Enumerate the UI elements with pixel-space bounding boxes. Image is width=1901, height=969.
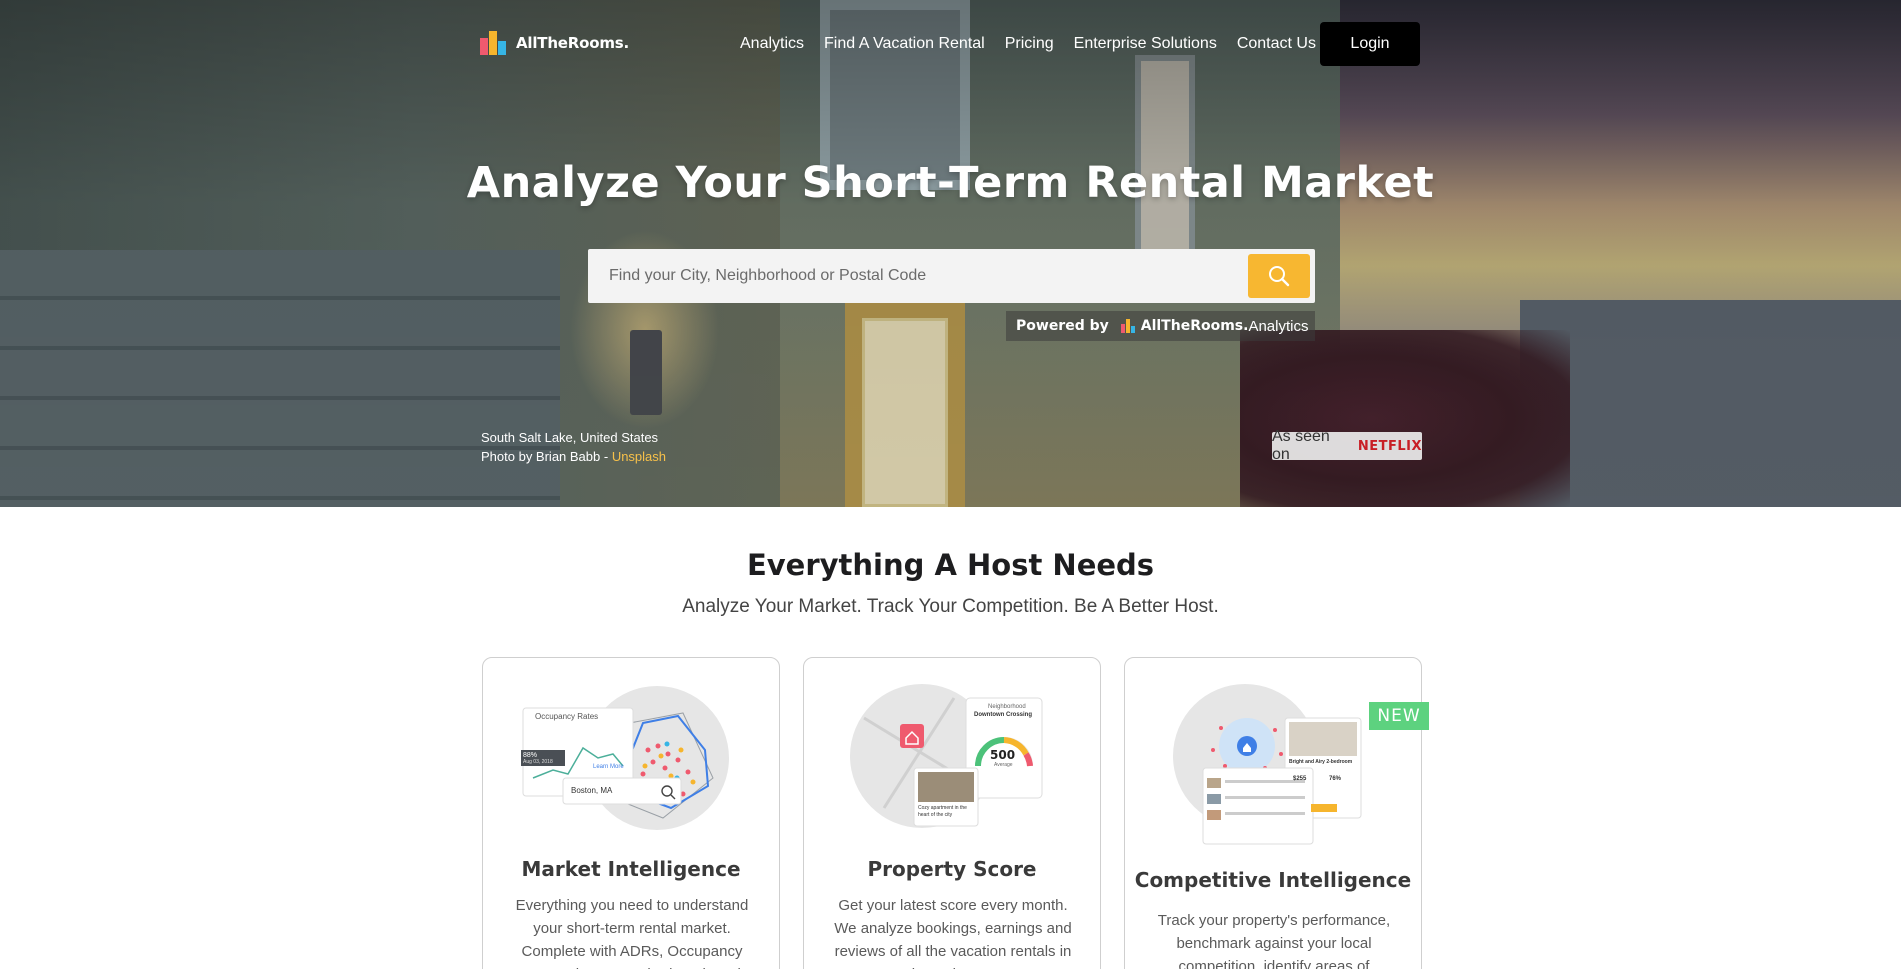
occupancy-tooltip-value: 88% bbox=[523, 752, 538, 759]
features-subtitle: Analyze Your Market. Track Your Competit… bbox=[682, 596, 1219, 617]
logo-bars-icon bbox=[480, 31, 510, 55]
nav-link-find-vacation-rental[interactable]: Find A Vacation Rental bbox=[824, 35, 985, 53]
property-score-value: 500 bbox=[990, 748, 1016, 762]
search-input[interactable] bbox=[588, 249, 1246, 303]
listing-caption: Cozy apartment in the heart of the city bbox=[918, 805, 967, 818]
neighborhood-label: Neighborhood bbox=[988, 704, 1026, 710]
competitive-intelligence-illustration bbox=[1173, 684, 1362, 845]
nav-link-contact-us[interactable]: Contact Us bbox=[1237, 35, 1316, 53]
powered-by-banner[interactable]: Powered by AllTheRooms. Analytics bbox=[1006, 311, 1315, 341]
occupancy-rates-label: Occupancy Rates bbox=[535, 712, 599, 721]
logo-text: AllTheRooms. bbox=[516, 34, 629, 52]
card-description: Get your latest score every month. We an… bbox=[834, 897, 1072, 969]
feature-card-market-intelligence[interactable]: Occupancy Rates 88% Aug 03, 2018 Learn M… bbox=[482, 657, 780, 969]
competitor-listing-title: Bright and Airy 2-bedroom bbox=[1289, 759, 1353, 765]
powered-by-analytics: Analytics bbox=[1248, 317, 1309, 335]
search-bar bbox=[588, 249, 1315, 303]
nav-link-enterprise-solutions[interactable]: Enterprise Solutions bbox=[1074, 35, 1217, 53]
card-title: Property Score bbox=[867, 857, 1037, 881]
competitor-price: $255 bbox=[1293, 776, 1307, 782]
powered-by-label: Powered by bbox=[1016, 318, 1109, 334]
property-score-label: Average bbox=[994, 762, 1013, 768]
netflix-logo: NETFLIX bbox=[1357, 438, 1422, 454]
login-button[interactable]: Login bbox=[1320, 22, 1420, 66]
card-title: Competitive Intelligence bbox=[1134, 868, 1412, 892]
top-navigation: AllTheRooms. Analytics Find A Vacation R… bbox=[478, 22, 1420, 66]
new-badge: NEW bbox=[1369, 702, 1429, 730]
search-icon bbox=[1269, 266, 1290, 287]
photo-author: Photo by Brian Babb - bbox=[481, 449, 612, 464]
nav-link-analytics[interactable]: Analytics bbox=[740, 35, 804, 53]
feature-card-property-score[interactable]: Neighborhood Downtown Crossing 500 Avera… bbox=[803, 657, 1101, 969]
competitor-occupancy: 76% bbox=[1329, 776, 1342, 782]
features-title: Everything A Host Needs bbox=[746, 548, 1155, 582]
photo-location: South Salt Lake, United States bbox=[481, 430, 659, 445]
as-seen-on-netflix-badge[interactable]: As seen on NETFLIX bbox=[1272, 428, 1422, 463]
analytics-logo-icon bbox=[1120, 319, 1135, 333]
search-button[interactable] bbox=[1248, 254, 1310, 298]
as-seen-on-label: As seen on bbox=[1272, 428, 1330, 463]
neighborhood-name: Downtown Crossing bbox=[974, 712, 1032, 718]
market-intelligence-illustration bbox=[521, 686, 729, 830]
occupancy-tooltip-date: Aug 03, 2018 bbox=[523, 759, 553, 765]
photo-credit: South Salt Lake, United States Photo by … bbox=[481, 428, 666, 466]
map-search-value: Boston, MA bbox=[571, 786, 613, 795]
card-title: Market Intelligence bbox=[521, 857, 741, 881]
powered-by-brand: AllTheRooms. bbox=[1140, 318, 1249, 334]
nav-links: Analytics Find A Vacation Rental Pricing… bbox=[740, 22, 1336, 66]
learn-more-link: Learn More bbox=[593, 764, 624, 770]
site-logo[interactable]: AllTheRooms. bbox=[480, 30, 629, 56]
card-description: Track your property's performance, bench… bbox=[1157, 912, 1391, 969]
nav-link-pricing[interactable]: Pricing bbox=[1005, 35, 1054, 53]
hero-title: Analyze Your Short-Term Rental Market bbox=[466, 158, 1435, 208]
card-description: Everything you need to understand your s… bbox=[511, 897, 754, 969]
unsplash-link[interactable]: Unsplash bbox=[612, 449, 666, 464]
